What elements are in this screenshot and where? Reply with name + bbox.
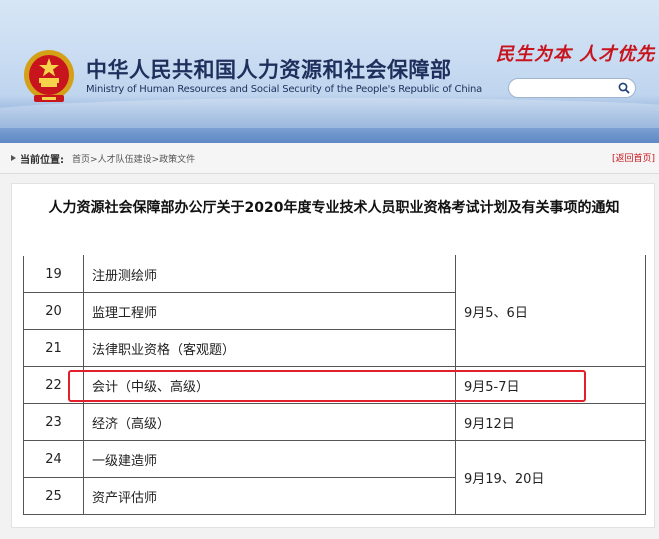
- page-title: 人力资源社会保障部办公厅关于2020年度专业技术人员职业资格考试计划及有关事项的…: [48, 200, 620, 216]
- search-icon[interactable]: [618, 82, 630, 94]
- row-number: 21: [23, 329, 84, 367]
- highlight-box: [68, 370, 586, 402]
- breadcrumb: 首页>人才队伍建设>政策文件: [72, 152, 195, 165]
- national-emblem-icon: [24, 50, 74, 102]
- row-number: 19: [23, 255, 84, 293]
- row-number: 24: [23, 440, 84, 478]
- exam-date: 9月12日: [455, 403, 646, 441]
- exam-name: 法律职业资格（客观题）: [83, 329, 456, 367]
- site-title-en: Ministry of Human Resources and Social S…: [86, 84, 483, 95]
- breadcrumb-arrow-icon: [11, 155, 16, 161]
- exam-date: 9月5、6日: [455, 255, 646, 367]
- table-row: 24 一级建造师 9月19、20日: [23, 440, 646, 515]
- exam-name: 资产评估师: [83, 477, 456, 515]
- breadcrumb-item-policy[interactable]: 政策文件: [159, 155, 195, 165]
- content-panel: 人力资源社会保障部办公厅关于2020年度专业技术人员职业资格考试计划及有关事项的…: [11, 183, 655, 528]
- site-title-cn: 中华人民共和国人力资源和社会保障部: [86, 58, 452, 82]
- breadcrumb-separator: >: [90, 155, 98, 165]
- row-number: 20: [23, 292, 84, 330]
- search-box: [508, 78, 636, 98]
- back-home-link[interactable]: [返回首页]: [612, 151, 655, 164]
- row-number: 25: [23, 477, 84, 515]
- exam-name: 注册测绘师: [83, 255, 456, 293]
- breadcrumb-item-home[interactable]: 首页: [72, 155, 90, 165]
- breadcrumb-item-talent[interactable]: 人才队伍建设: [98, 155, 152, 165]
- exam-date: 9月19、20日: [455, 440, 646, 515]
- exam-name: 经济（高级）: [83, 403, 456, 441]
- exam-name: 监理工程师: [83, 292, 456, 330]
- breadcrumb-label: 当前位置:: [20, 155, 64, 166]
- table-row: 19 注册测绘师 9月5、6日: [23, 255, 646, 367]
- exam-name: 一级建造师: [83, 440, 456, 478]
- row-number: 23: [23, 403, 84, 441]
- header-wave-highlight: [0, 98, 659, 128]
- breadcrumb-bar: 当前位置: 首页>人才队伍建设>政策文件 [返回首页]: [0, 143, 659, 174]
- table-row: 23 经济（高级） 9月12日: [23, 403, 646, 441]
- site-slogan: 民生为本 人才优先: [496, 44, 656, 65]
- breadcrumb-separator: >: [151, 155, 160, 165]
- site-header: 中华人民共和国人力资源和社会保障部 Ministry of Human Reso…: [0, 0, 659, 143]
- search-input[interactable]: [517, 80, 619, 98]
